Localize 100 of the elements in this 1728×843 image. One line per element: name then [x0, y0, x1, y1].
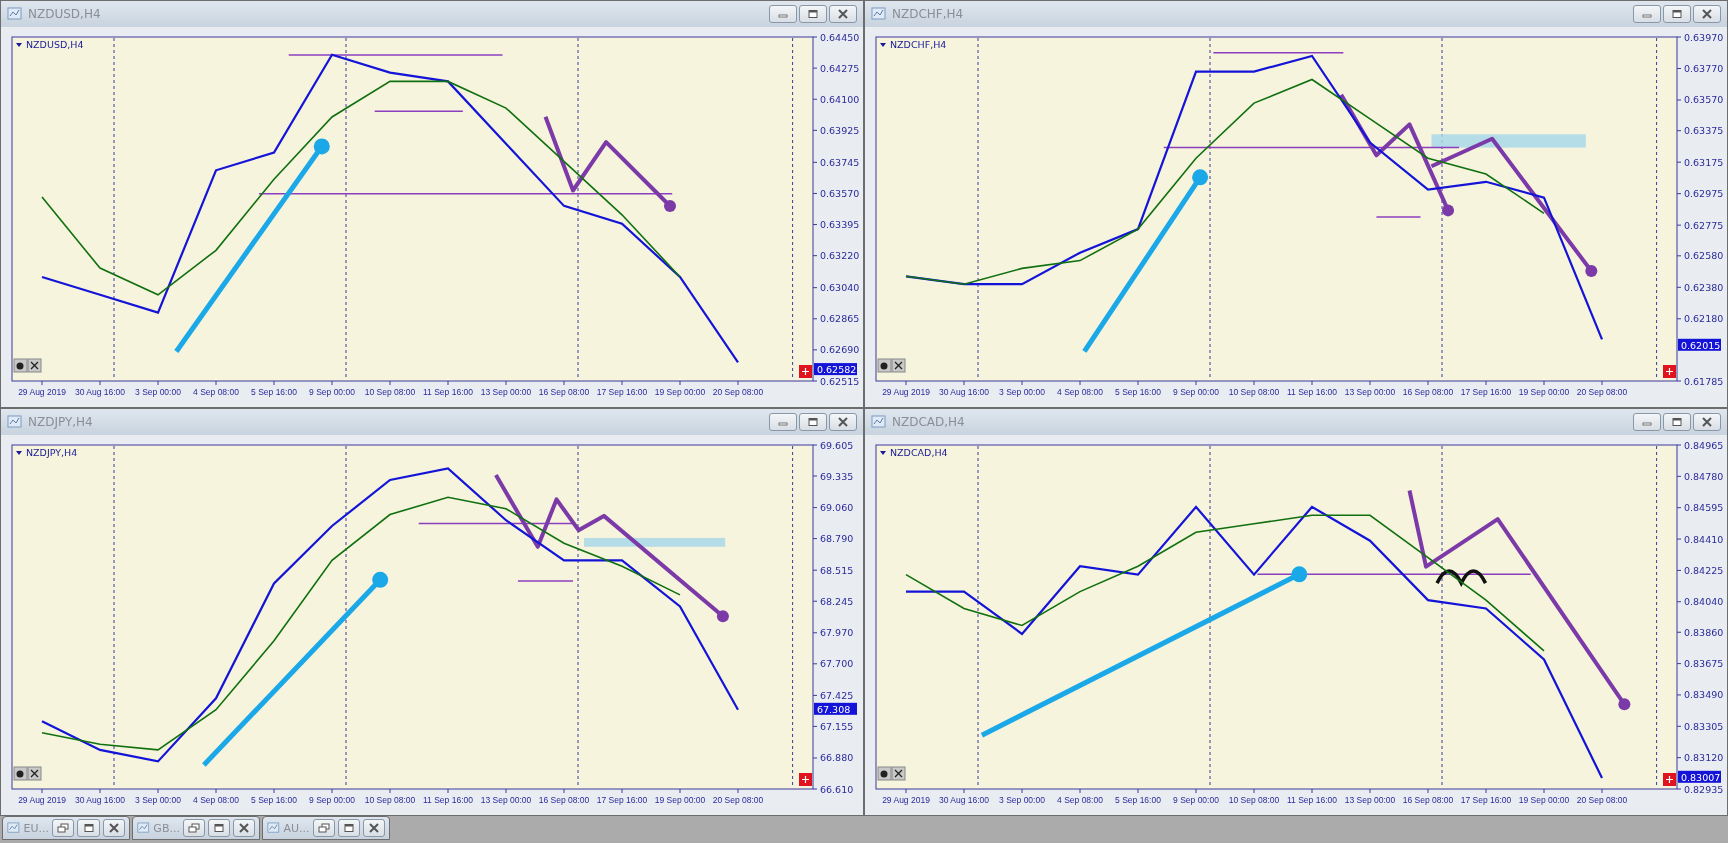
time-tick-label: 13 Sep 00:00: [1344, 795, 1396, 805]
price-tick-label: 68.245: [820, 595, 854, 607]
time-tick-label: 3 Sep 00:00: [999, 387, 1045, 397]
restore-button[interactable]: [312, 819, 335, 837]
price-tick-label: 68.790: [820, 533, 854, 545]
time-tick-label: 11 Sep 16:00: [423, 795, 473, 805]
close-icon: [107, 823, 120, 833]
price-tick-label: 0.63220: [820, 250, 860, 262]
one-click-trading-icon[interactable]: [877, 766, 892, 781]
price-tick-label: 67.700: [820, 658, 854, 670]
chart-window-icon: [267, 821, 281, 835]
chart-symbol-label: NZDJPY,H4: [26, 447, 78, 458]
price-tick-label: 69.060: [820, 502, 854, 514]
time-tick-label: 20 Sep 08:00: [1576, 795, 1628, 805]
time-tick-label: 30 Aug 16:00: [74, 795, 126, 805]
minimized-window[interactable]: EU...: [2, 816, 130, 840]
close-panel-icon[interactable]: [27, 358, 42, 373]
time-tick-label: 9 Sep 00:00: [1173, 795, 1219, 805]
time-tick-label: 9 Sep 00:00: [309, 795, 355, 805]
one-click-trading-icon[interactable]: [13, 766, 28, 781]
time-tick-label: 29 Aug 2019: [18, 795, 66, 805]
chart-window-icon: [7, 821, 21, 835]
plus-icon[interactable]: [1663, 365, 1676, 378]
plus-icon[interactable]: [799, 365, 812, 378]
close-icon: [238, 823, 250, 833]
price-tick-label: 0.84965: [1684, 439, 1724, 451]
dropdown-icon[interactable]: [880, 43, 886, 47]
time-tick-label: 10 Sep 08:00: [1228, 387, 1280, 397]
chart-window-icon: [871, 7, 887, 21]
price-tick-label: 0.62865: [820, 313, 860, 325]
time-tick-label: 5 Sep 16:00: [251, 387, 297, 397]
time-tick-label: 20 Sep 08:00: [712, 795, 764, 805]
time-tick-label: 10 Sep 08:00: [364, 795, 416, 805]
maximize-button[interactable]: [77, 819, 100, 837]
time-tick-label: 5 Sep 16:00: [251, 795, 297, 805]
time-tick-label: 4 Sep 08:00: [1057, 387, 1103, 397]
dropdown-icon[interactable]: [16, 43, 22, 47]
close-panel-icon[interactable]: [27, 766, 42, 781]
time-tick-label: 4 Sep 08:00: [193, 387, 239, 397]
close-icon: [367, 823, 380, 833]
price-tick-label: 0.63570: [820, 187, 860, 199]
price-tick-label: 68.515: [820, 564, 854, 576]
close-button[interactable]: [829, 5, 857, 23]
price-tick-label: 0.62380: [1684, 281, 1724, 293]
close-button[interactable]: [1693, 5, 1721, 23]
maximize-button[interactable]: [1663, 413, 1691, 431]
price-tick-label: 67.155: [820, 720, 854, 732]
time-tick-label: 20 Sep 08:00: [712, 387, 764, 397]
close-panel-icon[interactable]: [891, 358, 906, 373]
close-button[interactable]: [829, 413, 857, 431]
price-tick-label: 0.84410: [1684, 533, 1724, 545]
time-tick-label: 16 Sep 08:00: [1402, 387, 1454, 397]
price-tick-label: 0.62515: [820, 375, 860, 387]
one-click-trading-icon[interactable]: [13, 358, 28, 373]
price-tick-label: 0.61785: [1684, 375, 1724, 387]
price-tick-label: 67.425: [820, 689, 854, 701]
time-tick-label: 10 Sep 08:00: [1228, 795, 1280, 805]
close-panel-icon[interactable]: [891, 766, 906, 781]
price-tick-label: 0.83860: [1684, 626, 1724, 638]
time-tick-label: 11 Sep 16:00: [1287, 387, 1337, 397]
time-tick-label: 17 Sep 16:00: [1460, 795, 1512, 805]
dropdown-icon[interactable]: [16, 451, 22, 455]
time-tick-label: 9 Sep 00:00: [1173, 387, 1219, 397]
price-tick-label: 69.335: [820, 470, 854, 482]
time-tick-label: 13 Sep 00:00: [480, 387, 532, 397]
chart-window-icon: [871, 415, 887, 429]
price-tick-label: 0.62975: [1684, 188, 1724, 200]
price-tick-label: 69.605: [820, 439, 854, 451]
maximize-button[interactable]: [1663, 5, 1691, 23]
current-price-label: 0.62015: [1678, 338, 1721, 351]
close-button[interactable]: [362, 819, 385, 837]
time-tick-label: 9 Sep 00:00: [309, 387, 355, 397]
time-tick-label: 16 Sep 08:00: [538, 795, 590, 805]
price-tick-label: 0.83490: [1684, 689, 1724, 701]
price-tick-label: 0.63040: [820, 282, 860, 294]
dropdown-icon[interactable]: [880, 451, 886, 455]
maximize-icon: [1671, 9, 1683, 19]
maximize-button[interactable]: [207, 819, 230, 837]
plus-icon[interactable]: [1663, 773, 1676, 786]
plus-icon[interactable]: [799, 773, 812, 786]
time-tick-label: 29 Aug 2019: [882, 387, 930, 397]
maximize-button[interactable]: [799, 413, 827, 431]
close-button[interactable]: [102, 819, 125, 837]
time-tick-label: 13 Sep 00:00: [1344, 387, 1396, 397]
price-tick-label: 0.64100: [820, 93, 860, 105]
one-click-trading-icon[interactable]: [877, 358, 892, 373]
close-button[interactable]: [233, 819, 255, 837]
price-tick-label: 0.63970: [1684, 31, 1724, 43]
maximize-button[interactable]: [337, 819, 360, 837]
restore-button[interactable]: [182, 819, 205, 837]
current-price-label: 67.308: [814, 702, 857, 715]
restore-button[interactable]: [52, 819, 75, 837]
chart-window-icon: [7, 7, 23, 21]
price-tick-label: 0.62580: [1684, 250, 1724, 262]
chart-window-icon: [137, 821, 151, 835]
minimized-window[interactable]: AU...: [262, 816, 390, 840]
maximize-button[interactable]: [799, 5, 827, 23]
close-button[interactable]: [1693, 413, 1721, 431]
minimized-window[interactable]: GB...: [132, 816, 260, 840]
time-tick-label: 3 Sep 00:00: [135, 795, 181, 805]
